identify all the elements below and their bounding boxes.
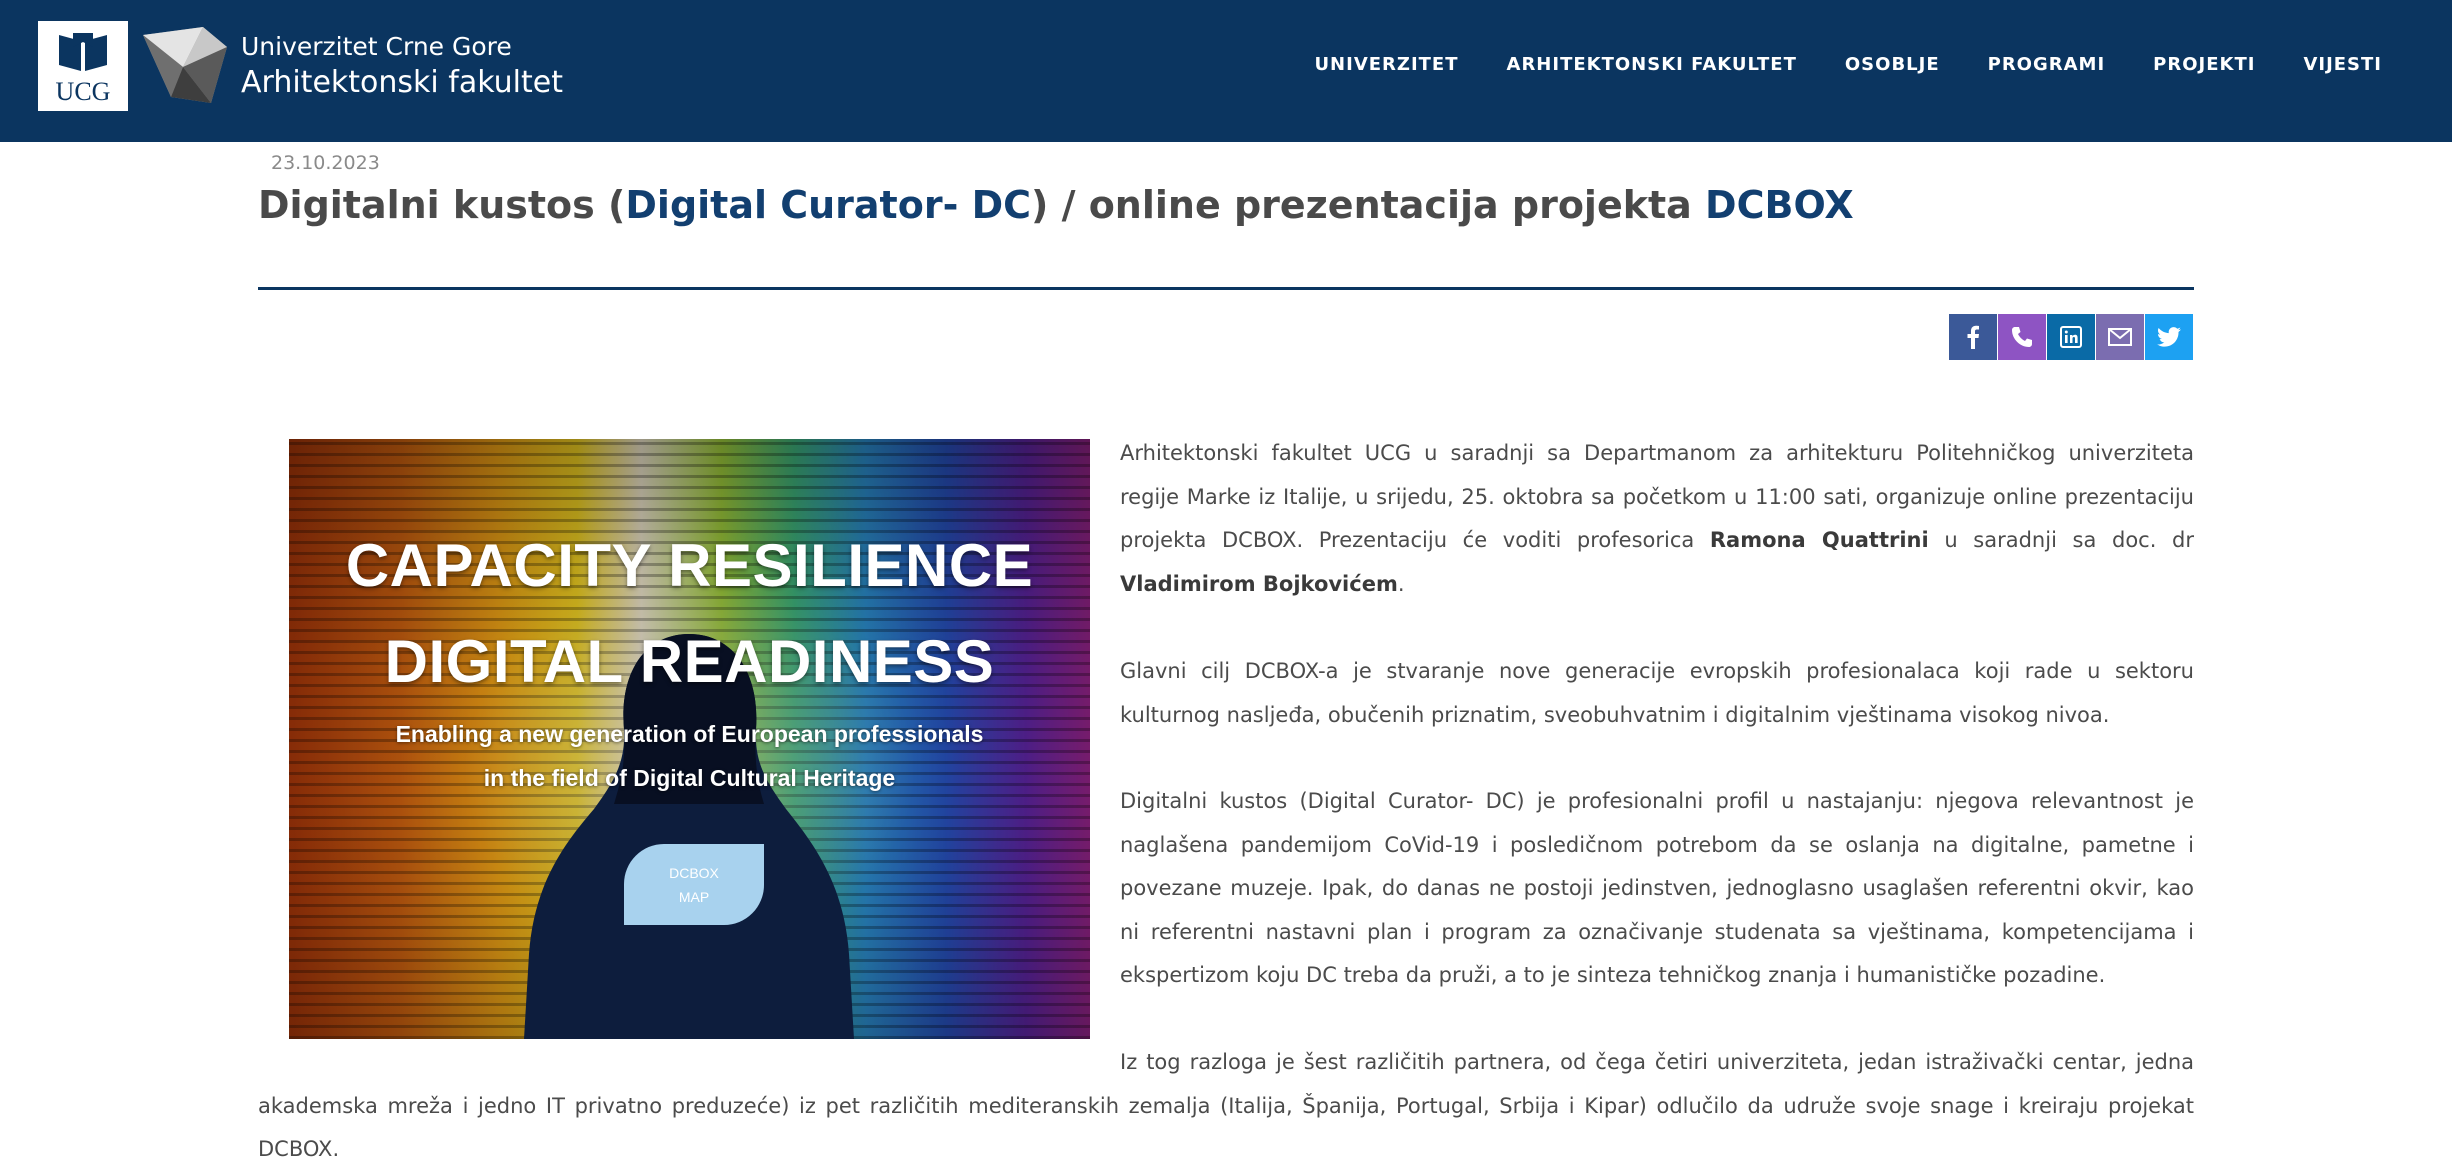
article-paragraph-2: Glavni cilj DCBOX-a je stvaranje nove ge… [1120, 659, 2194, 727]
article-title: Digitalni kustos (Digital Curator- DC) /… [258, 183, 1854, 227]
dcbox-map-label-1: DCBOX [669, 864, 719, 881]
title-part-3: ) / online prezentacija projekta [1031, 183, 1706, 227]
share-buttons [1949, 314, 2193, 360]
faculty-logo-icon[interactable] [143, 27, 229, 105]
share-phone-button[interactable] [1998, 314, 2046, 360]
title-highlight-dc: Digital Curator- DC [625, 183, 1031, 227]
article-paragraph-4: Iz tog razloga je šest različitih partne… [258, 1050, 2194, 1161]
university-name: Univerzitet Crne Gore [241, 32, 512, 61]
share-facebook-button[interactable] [1949, 314, 1997, 360]
article-paragraph-3: Digitalni kustos (Digital Curator- DC) j… [1120, 789, 2194, 987]
site-brand[interactable]: Univerzitet Crne Gore Arhitektonski faku… [241, 30, 563, 102]
phone-icon [2012, 327, 2032, 347]
share-email-button[interactable] [2096, 314, 2144, 360]
nav-item-osoblje[interactable]: OSOBLJE [1845, 54, 1940, 75]
nav-item-programi[interactable]: PROGRAMI [1988, 54, 2106, 75]
nav-item-vijesti[interactable]: VIJESTI [2303, 54, 2382, 75]
title-divider [258, 287, 2194, 290]
article-hero-image: CAPACITY RESILIENCE DIGITAL READINESS En… [289, 439, 1090, 1039]
hero-headline-1: CAPACITY RESILIENCE [345, 532, 1034, 599]
ucg-logo[interactable]: UCG [38, 21, 128, 111]
linkedin-icon [2060, 326, 2082, 348]
co-presenter-name: Vladimirom Bojkovićem [1120, 571, 1398, 596]
twitter-icon [2157, 327, 2181, 347]
faculty-name: Arhitektonski fakultet [241, 65, 564, 100]
site-header: UCG Univerzitet Crne Gore Arhitektonski … [0, 0, 2452, 142]
article-paragraph-1: Arhitektonski fakultet UCG u saradnji sa… [1120, 432, 2194, 606]
nav-item-arhitektonski-fakultet[interactable]: ARHITEKTONSKI FAKULTET [1507, 54, 1797, 75]
ucg-logo-text: UCG [55, 77, 111, 106]
presenter-name: Ramona Quattrini [1709, 528, 1929, 552]
main-nav: UNIVERZITET ARHITEKTONSKI FAKULTET OSOBL… [1314, 54, 2382, 75]
title-part-1: Digitalni kustos ( [258, 183, 626, 227]
dcbox-map-button[interactable]: DCBOX MAP [624, 844, 764, 925]
hero-headline-2: DIGITAL READINESS [384, 628, 995, 695]
share-twitter-button[interactable] [2145, 314, 2193, 360]
paragraph-1-text-2: u saradnji sa doc. dr [1928, 528, 2194, 552]
nav-item-projekti[interactable]: PROJEKTI [2153, 54, 2255, 75]
article-date: 23.10.2023 [271, 152, 380, 174]
paragraph-1-end: . [1397, 571, 1405, 596]
hero-subline-1: Enabling a new generation of European pr… [395, 721, 984, 747]
dcbox-map-label-2: MAP [678, 888, 710, 905]
facebook-icon [1967, 325, 1979, 349]
nav-item-univerzitet[interactable]: UNIVERZITET [1314, 54, 1458, 75]
title-highlight-dcbox: DCBOX [1705, 183, 1854, 227]
hero-subline-2: in the field of Digital Cultural Heritag… [483, 765, 896, 791]
book-logo-icon [59, 33, 107, 71]
email-icon [2108, 328, 2132, 346]
share-linkedin-button[interactable] [2047, 314, 2095, 360]
